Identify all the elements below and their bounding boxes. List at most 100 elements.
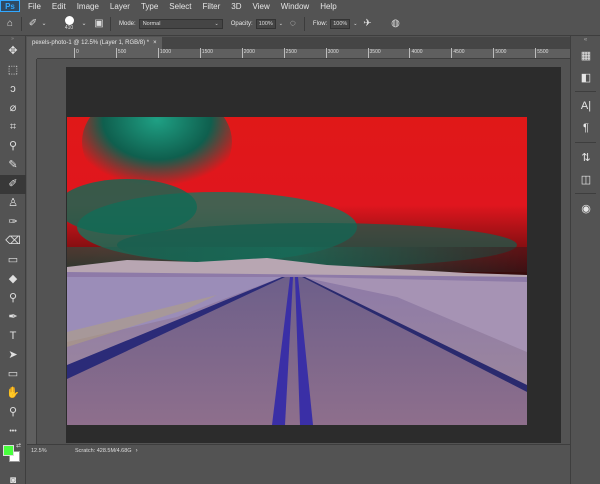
flow-value: 100% (333, 20, 348, 27)
menu-edit[interactable]: Edit (52, 2, 66, 11)
zoom-icon: ⚲ (8, 406, 18, 418)
libraries-panel-button[interactable]: ▦ (571, 44, 600, 66)
opacity-label: Opacity: (230, 20, 253, 27)
inverted-road-photo[interactable] (67, 117, 527, 425)
divider (21, 16, 22, 31)
character-icon: A| (580, 100, 592, 112)
document-tab[interactable]: pexels-photo-1 @ 12.5% (Layer 1, RGB/8) … (27, 37, 162, 49)
foreground-color-swatch[interactable] (3, 445, 14, 456)
more-icon: ••• (9, 428, 17, 435)
channels-panel-button[interactable]: ◉ (571, 197, 600, 219)
clone-stamp-tool[interactable]: ♙ (0, 194, 26, 213)
opacity-value: 100% (258, 20, 273, 27)
pressure-opacity-icon[interactable]: ◌ (286, 17, 300, 31)
scratch-info[interactable]: Scratch: 428.5M/4.68G (75, 448, 132, 454)
ruler-label: 1000 (159, 49, 171, 55)
close-icon[interactable]: × (153, 40, 157, 46)
menu-layer[interactable]: Layer (110, 2, 130, 11)
chevron-down-icon[interactable]: ⌄ (279, 21, 283, 27)
swap-colors-icon[interactable]: ⇄ (16, 442, 21, 449)
home-icon[interactable]: ⌂ (3, 17, 17, 31)
menu-bar: Ps File Edit Image Layer Type Select Fil… (0, 0, 600, 12)
lasso-tool[interactable]: ↄ (0, 80, 26, 99)
ruler-label: 5500 (537, 49, 549, 55)
options-bar: ⌂ ✐ ⌄ 410 ⌄ ▣ Mode: Normal ⌄ Opacity: 10… (0, 12, 600, 36)
ruler-label: 5000 (495, 49, 507, 55)
ruler-label: 3500 (369, 49, 381, 55)
blur-tool[interactable]: ◆ (0, 270, 26, 289)
quick-mask-icon[interactable]: ◙ (0, 471, 26, 484)
airbrush-icon[interactable]: ✈ (360, 17, 374, 31)
document-tab-bar: pexels-photo-1 @ 12.5% (Layer 1, RGB/8) … (27, 37, 570, 49)
ruler-tick (115, 48, 117, 58)
ruler-tick (451, 48, 453, 58)
history-brush-tool[interactable]: ✑ (0, 213, 26, 232)
chevron-down-icon[interactable]: ⌄ (80, 17, 88, 31)
opacity-input[interactable]: 100% (255, 18, 276, 29)
menu-window[interactable]: Window (281, 2, 309, 11)
brush-preset-picker[interactable]: 410 (58, 14, 80, 34)
zoom-tool[interactable]: ⚲ (0, 403, 26, 422)
blend-mode-select[interactable]: Normal ⌄ (138, 18, 223, 29)
dock-button-list: ▦ ◧ A| ¶ ⇅ ◫ ◉ (571, 44, 600, 219)
menu-3d[interactable]: 3D (231, 2, 241, 11)
pressure-size-icon[interactable]: ◍ (388, 17, 402, 31)
flow-input[interactable]: 100% (330, 18, 351, 29)
gradient-tool[interactable]: ▭ (0, 251, 26, 270)
layers-icon: ◫ (580, 173, 592, 186)
vertical-ruler[interactable] (27, 59, 37, 456)
menu-image[interactable]: Image (77, 2, 99, 11)
color-swatches: ⇄ (0, 441, 26, 471)
adjustments-panel-button[interactable]: ⇅ (571, 146, 600, 168)
workspace-bottom (27, 456, 570, 484)
brush-tool[interactable]: ✐ (0, 175, 26, 194)
tools-panel: » ✥ ⬚ ↄ ⌀ ⌗ ⚲ ✎ ✐ ♙ ✑ ⌫ ▭ ◆ ⚲ ✒ T ➤ ▭ ✋ ⚲ ••• ⇄ ◙ (0, 36, 26, 484)
menu-help[interactable]: Help (320, 2, 336, 11)
tool-preset-brush-icon[interactable]: ✐ (26, 17, 40, 31)
healing-brush-tool[interactable]: ✎ (0, 156, 26, 175)
menu-select[interactable]: Select (169, 2, 191, 11)
type-tool[interactable]: T (0, 327, 26, 346)
chevron-down-icon[interactable]: ⌄ (353, 21, 357, 27)
zoom-level-input[interactable]: 12.5% (27, 445, 53, 456)
gradient-icon: ▭ (7, 254, 19, 266)
right-panel-dock: « ▦ ◧ A| ¶ ⇅ ◫ ◉ (570, 36, 600, 484)
menu-file[interactable]: File (28, 2, 41, 11)
color-icon: ◧ (580, 71, 592, 84)
brush-size-value: 410 (64, 25, 74, 31)
move-tool[interactable]: ✥ (0, 42, 26, 61)
layers-panel-button[interactable]: ◫ (571, 168, 600, 190)
quick-select-tool[interactable]: ⌀ (0, 99, 26, 118)
photo-image (67, 117, 527, 425)
marquee-tool[interactable]: ⬚ (0, 61, 26, 80)
horizontal-ruler[interactable]: 0 500 1000 1500 2000 2500 3000 3500 4000 4500 5000… (37, 48, 570, 59)
dodge-tool[interactable]: ⚲ (0, 289, 26, 308)
brush-settings-panel-icon[interactable]: ▣ (92, 17, 106, 31)
menu-type[interactable]: Type (141, 2, 158, 11)
ruler-tick (241, 48, 243, 58)
ruler-tick (367, 48, 369, 58)
ruler-tick (535, 48, 537, 58)
eyedropper-icon: ⚲ (8, 140, 18, 152)
brush-tip-icon (64, 16, 74, 25)
menu-view[interactable]: View (253, 2, 270, 11)
status-menu-arrow-icon[interactable]: › (136, 448, 138, 454)
hand-tool[interactable]: ✋ (0, 384, 26, 403)
path-select-tool[interactable]: ➤ (0, 346, 26, 365)
panel-grip-icon[interactable]: « (571, 36, 600, 44)
menu-filter[interactable]: Filter (203, 2, 221, 11)
chevron-down-icon[interactable]: ⌄ (40, 17, 48, 31)
paragraph-panel-button[interactable]: ¶ (571, 117, 600, 139)
eraser-tool[interactable]: ⌫ (0, 232, 26, 251)
pen-tool[interactable]: ✒ (0, 308, 26, 327)
paragraph-icon: ¶ (583, 122, 589, 134)
more-tools[interactable]: ••• (0, 422, 26, 441)
ruler-corner[interactable] (27, 49, 37, 59)
character-panel-button[interactable]: A| (571, 95, 600, 117)
eyedropper-tool[interactable]: ⚲ (0, 137, 26, 156)
crop-tool[interactable]: ⌗ (0, 118, 26, 137)
ruler-tick (493, 48, 495, 58)
divider (110, 16, 111, 31)
color-panel-button[interactable]: ◧ (571, 66, 600, 88)
shape-tool[interactable]: ▭ (0, 365, 26, 384)
